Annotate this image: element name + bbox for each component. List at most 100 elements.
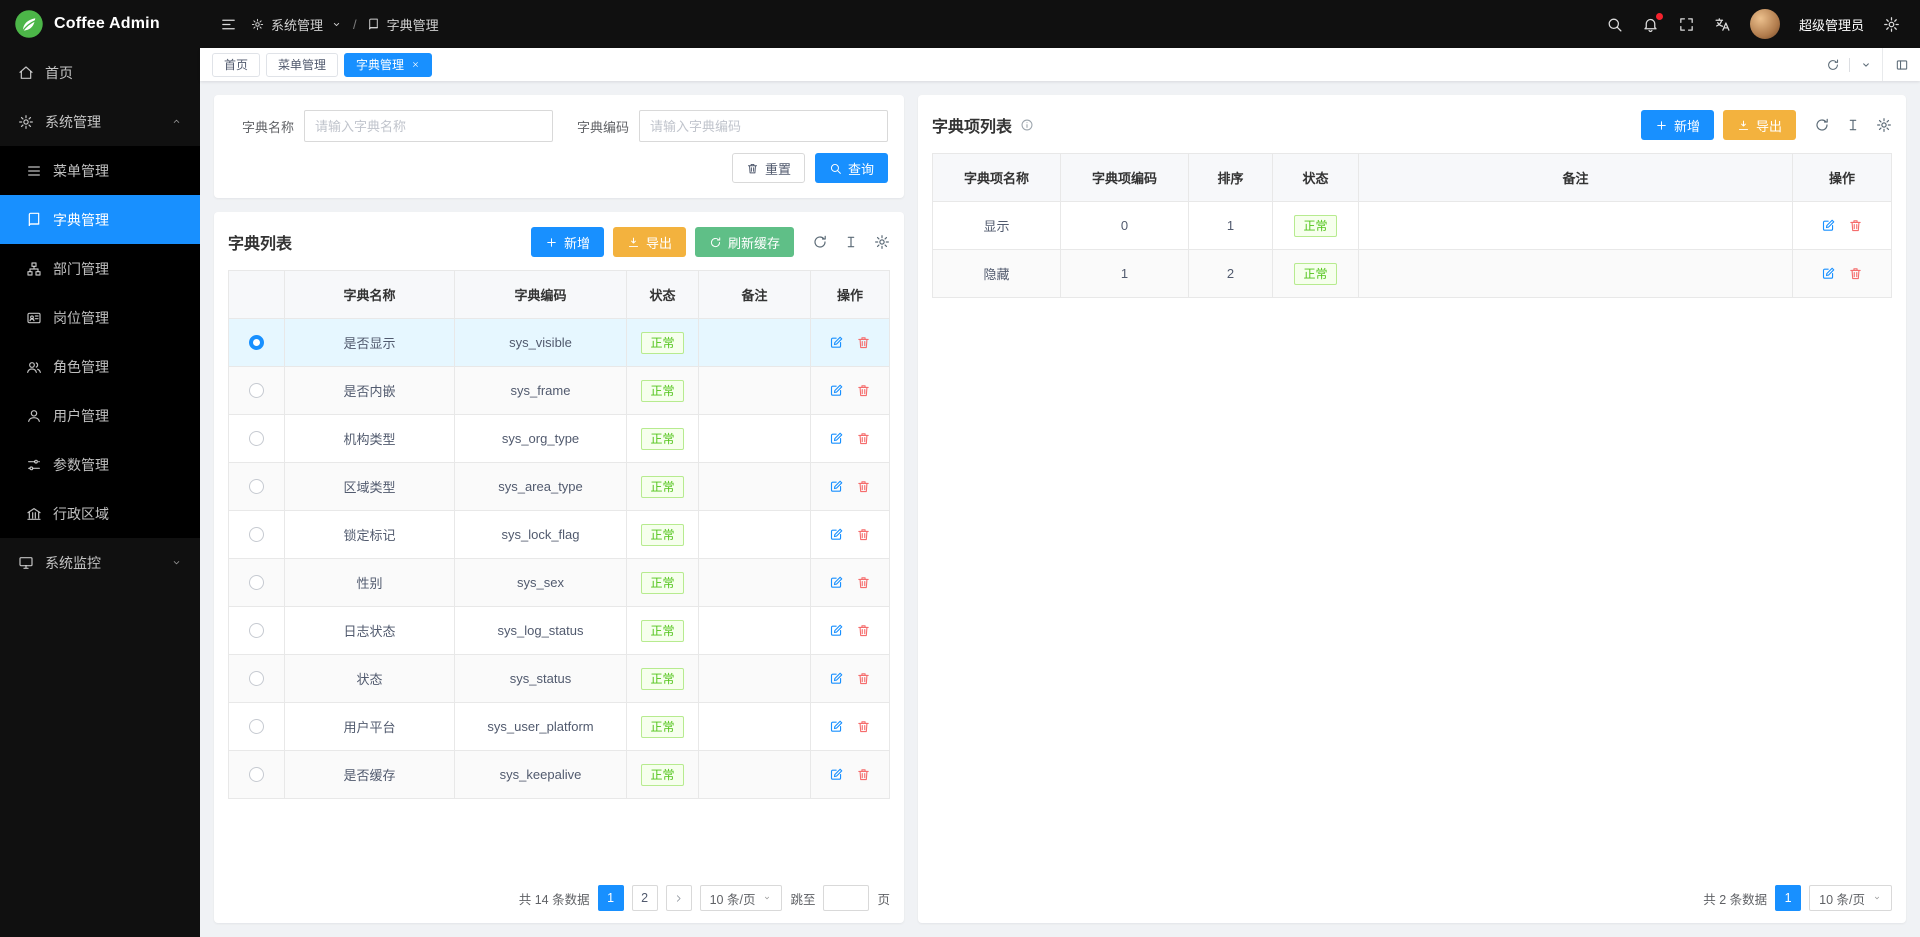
table-row[interactable]: 性别sys_sex正常 (229, 559, 889, 607)
tab-actions-button[interactable] (1850, 48, 1882, 81)
table-row[interactable]: 隐藏12正常 (933, 250, 1891, 298)
sidebar-item-home[interactable]: 首页 (0, 48, 200, 97)
dict-code-cell: sys_frame (455, 367, 627, 415)
edit-icon[interactable] (829, 767, 844, 782)
row-radio[interactable] (249, 767, 264, 782)
edit-icon[interactable] (1821, 218, 1836, 233)
delete-icon[interactable] (856, 479, 871, 494)
search-icon[interactable] (1606, 16, 1623, 33)
jump-page-input[interactable] (823, 885, 869, 911)
refresh-cache-button[interactable]: 刷新缓存 (695, 227, 794, 257)
row-radio[interactable] (249, 479, 264, 494)
sidebar-item-monitor[interactable]: 系统监控 (0, 538, 200, 587)
delete-icon[interactable] (856, 431, 871, 446)
page-size-select[interactable]: 10 条/页 (1809, 885, 1892, 911)
table-settings-icon[interactable] (874, 234, 890, 250)
tab-home[interactable]: 首页 (212, 53, 260, 77)
delete-icon[interactable] (856, 335, 871, 350)
action-cell (811, 367, 889, 415)
breadcrumb-item[interactable]: 系统管理 (271, 15, 323, 34)
edit-icon[interactable] (1821, 266, 1836, 281)
delete-icon[interactable] (856, 767, 871, 782)
translate-icon[interactable] (1714, 16, 1731, 33)
table-row[interactable]: 状态sys_status正常 (229, 655, 889, 703)
expand-content-button[interactable] (1882, 48, 1920, 81)
dict-name-input[interactable] (304, 110, 553, 142)
delete-icon[interactable] (856, 623, 871, 638)
avatar[interactable] (1750, 9, 1780, 39)
table-row[interactable]: 显示01正常 (933, 202, 1891, 250)
sidebar-item-region[interactable]: 行政区域 (0, 489, 200, 538)
table-row[interactable]: 区域类型sys_area_type正常 (229, 463, 889, 511)
page-1-button[interactable]: 1 (1775, 885, 1801, 911)
refresh-table-icon[interactable] (1814, 117, 1830, 133)
sidebar-item-param[interactable]: 参数管理 (0, 440, 200, 489)
page-size-select[interactable]: 10 条/页 (700, 885, 783, 911)
tab-dict[interactable]: 字典管理 (344, 53, 432, 77)
sidebar-item-dept[interactable]: 部门管理 (0, 244, 200, 293)
row-radio[interactable] (249, 431, 264, 446)
next-page-button[interactable] (666, 885, 692, 911)
sidebar-item-user[interactable]: 用户管理 (0, 391, 200, 440)
sidebar-item-menu[interactable]: 菜单管理 (0, 146, 200, 195)
delete-icon[interactable] (1848, 218, 1863, 233)
page-1-button[interactable]: 1 (598, 885, 624, 911)
refresh-table-icon[interactable] (812, 234, 828, 250)
edit-icon[interactable] (829, 527, 844, 542)
logo[interactable]: Coffee Admin (0, 0, 200, 48)
table-row[interactable]: 是否显示sys_visible正常 (229, 319, 889, 367)
settings-gear-icon[interactable] (1883, 16, 1900, 33)
add-dict-button[interactable]: 新增 (531, 227, 604, 257)
tab-menu[interactable]: 菜单管理 (266, 53, 338, 77)
row-radio[interactable] (249, 527, 264, 542)
edit-icon[interactable] (829, 671, 844, 686)
edit-icon[interactable] (829, 575, 844, 590)
sidebar-item-dict[interactable]: 字典管理 (0, 195, 200, 244)
delete-icon[interactable] (856, 719, 871, 734)
remark-cell (699, 511, 811, 559)
row-radio[interactable] (249, 671, 264, 686)
row-radio[interactable] (249, 719, 264, 734)
table-settings-icon[interactable] (1876, 117, 1892, 133)
row-radio[interactable] (249, 575, 264, 590)
table-row[interactable]: 是否内嵌sys_frame正常 (229, 367, 889, 415)
delete-icon[interactable] (856, 671, 871, 686)
close-icon[interactable] (411, 60, 420, 69)
add-dict-item-button[interactable]: 新增 (1641, 110, 1714, 140)
query-button[interactable]: 查询 (815, 153, 888, 183)
column-settings-icon[interactable] (843, 234, 859, 250)
dict-code-input[interactable] (639, 110, 888, 142)
edit-icon[interactable] (829, 479, 844, 494)
notifications-button[interactable] (1642, 16, 1659, 33)
export-dict-items-button[interactable]: 导出 (1723, 110, 1796, 140)
delete-icon[interactable] (856, 575, 871, 590)
delete-icon[interactable] (856, 383, 871, 398)
table-row[interactable]: 锁定标记sys_lock_flag正常 (229, 511, 889, 559)
edit-icon[interactable] (829, 719, 844, 734)
delete-icon[interactable] (1848, 266, 1863, 281)
edit-icon[interactable] (829, 431, 844, 446)
refresh-tab-button[interactable] (1817, 48, 1849, 81)
row-radio[interactable] (249, 335, 264, 350)
edit-icon[interactable] (829, 335, 844, 350)
collapse-sidebar-icon[interactable] (220, 16, 237, 33)
delete-icon[interactable] (856, 527, 871, 542)
edit-icon[interactable] (829, 383, 844, 398)
row-radio[interactable] (249, 383, 264, 398)
export-dict-button[interactable]: 导出 (613, 227, 686, 257)
page-2-button[interactable]: 2 (632, 885, 658, 911)
table-row[interactable]: 机构类型sys_org_type正常 (229, 415, 889, 463)
sidebar-item-role[interactable]: 角色管理 (0, 342, 200, 391)
table-row[interactable]: 日志状态sys_log_status正常 (229, 607, 889, 655)
sidebar-item-post[interactable]: 岗位管理 (0, 293, 200, 342)
table-row[interactable]: 是否缓存sys_keepalive正常 (229, 751, 889, 799)
reset-button[interactable]: 重置 (732, 153, 805, 183)
username[interactable]: 超级管理员 (1799, 15, 1864, 34)
info-icon[interactable] (1020, 118, 1034, 132)
column-settings-icon[interactable] (1845, 117, 1861, 133)
row-radio[interactable] (249, 623, 264, 638)
edit-icon[interactable] (829, 623, 844, 638)
fullscreen-icon[interactable] (1678, 16, 1695, 33)
sidebar-item-system[interactable]: 系统管理 (0, 97, 200, 146)
table-row[interactable]: 用户平台sys_user_platform正常 (229, 703, 889, 751)
